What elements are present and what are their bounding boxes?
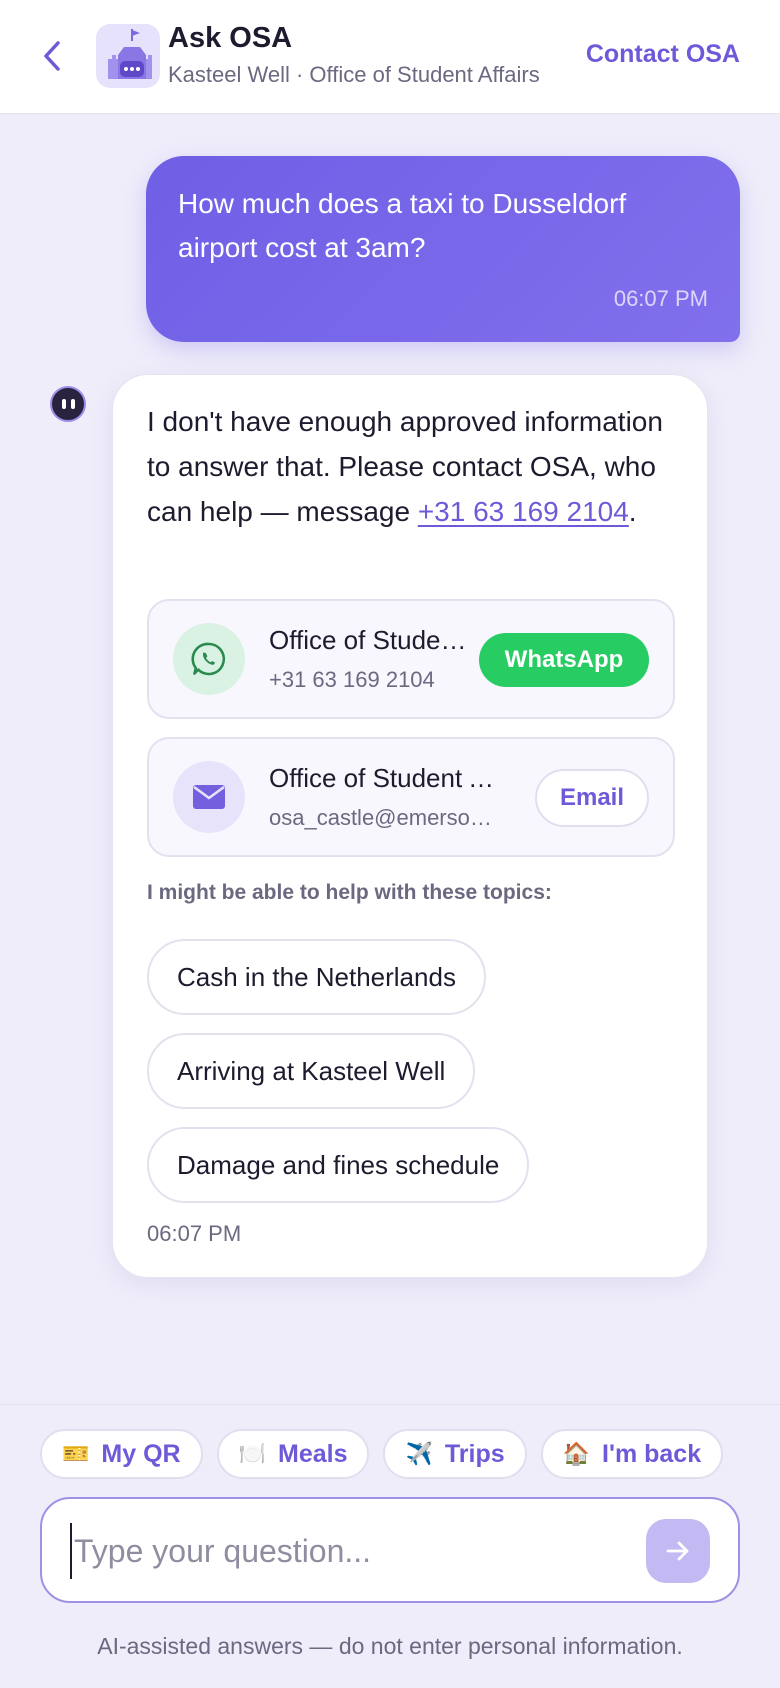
whatsapp-contact-card: Office of Student Affairs +31 63 169 210…	[147, 599, 675, 719]
plate-cutlery-icon: 🍽️	[238, 1441, 266, 1466]
email-contact-card: Office of Student Affairs osa_castle@eme…	[147, 737, 675, 857]
chevron-left-icon	[44, 41, 60, 71]
bot-eye-left	[61, 399, 66, 409]
bot-message-text: I don't have enough approved information…	[147, 399, 687, 534]
bot-text-after: .	[628, 496, 637, 527]
ticket-icon: 🎫	[62, 1441, 90, 1466]
bot-eye-right	[70, 399, 75, 409]
quick-action-label: Meals	[278, 1439, 348, 1468]
airplane-icon: ✈️	[405, 1441, 433, 1466]
topic-chip[interactable]: Arriving at Kasteel Well	[147, 1033, 476, 1109]
contact-osa-button[interactable]: Contact OSA	[586, 40, 740, 69]
page-subtitle: Kasteel Well · Office of Student Affairs	[168, 62, 540, 87]
question-input-box	[40, 1497, 740, 1603]
arrow-right-icon	[666, 1541, 689, 1561]
quick-action-trips[interactable]: ✈️ Trips	[383, 1429, 527, 1479]
quick-action-label: Trips	[444, 1439, 505, 1468]
whatsapp-contact-number: +31 63 169 2104	[269, 667, 435, 692]
email-contact-address: osa_castle@emerson.edu	[269, 805, 499, 830]
composer-panel: 🎫 My QR 🍽️ Meals ✈️ Trips 🏠 I'm back AI-…	[0, 1404, 780, 1688]
quick-action-meals[interactable]: 🍽️ Meals	[216, 1429, 370, 1479]
whatsapp-button[interactable]: WhatsApp	[479, 633, 649, 687]
quick-action-label: My QR	[101, 1439, 181, 1468]
mail-icon	[173, 761, 245, 833]
osa-avatar	[96, 24, 160, 88]
question-input[interactable]	[70, 1523, 650, 1579]
quick-action-my-qr[interactable]: 🎫 My QR	[40, 1429, 203, 1479]
send-button[interactable]	[646, 1519, 710, 1583]
quick-action-im-back[interactable]: 🏠 I'm back	[540, 1429, 724, 1479]
bot-message-time: 06:07 PM	[147, 1221, 242, 1246]
house-icon: 🏠	[562, 1441, 591, 1466]
topics-label: I might be able to help with these topic…	[147, 881, 552, 904]
castle-chat-icon	[108, 29, 152, 79]
whatsapp-contact-name: Office of Student Affairs	[269, 625, 469, 655]
email-button[interactable]: Email	[535, 769, 649, 827]
user-message-time: 06:07 PM	[613, 286, 708, 311]
topic-chip[interactable]: Cash in the Netherlands	[147, 939, 486, 1015]
user-message-text: How much does a taxi to Dusseldorf airpo…	[178, 188, 627, 263]
chat-header: Ask OSA Kasteel Well · Office of Student…	[0, 0, 780, 114]
email-contact-name: Office of Student Affairs	[269, 763, 509, 793]
disclaimer-text: AI-assisted answers — do not enter perso…	[97, 1633, 683, 1659]
bot-message-bubble: I don't have enough approved information…	[112, 374, 708, 1278]
whatsapp-icon	[173, 623, 245, 695]
back-button[interactable]	[36, 36, 68, 76]
page-title: Ask OSA	[168, 22, 293, 54]
topic-chip[interactable]: Damage and fines schedule	[147, 1127, 530, 1203]
bot-avatar-icon	[50, 386, 86, 422]
quick-actions-row: 🎫 My QR 🍽️ Meals ✈️ Trips 🏠 I'm back	[40, 1429, 724, 1479]
quick-action-label: I'm back	[602, 1439, 702, 1468]
user-message-bubble: How much does a taxi to Dusseldorf airpo…	[146, 156, 740, 342]
phone-link[interactable]: +31 63 169 2104	[418, 496, 629, 527]
